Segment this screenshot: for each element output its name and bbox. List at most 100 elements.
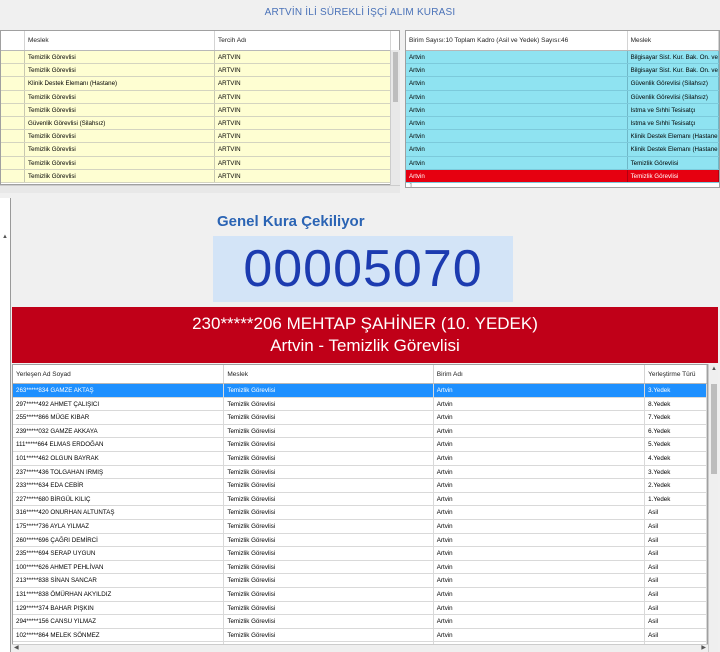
- table-cell: Artvin: [434, 438, 646, 451]
- table-cell: Temizlik Görevlisi: [224, 547, 434, 560]
- table-row[interactable]: 233*****634 EDA CEBİR Temizlik Görevlisi A…: [13, 479, 707, 493]
- window-title: ARTVİN İLİ SÜREKLİ İŞÇİ ALIM KURASI: [0, 0, 720, 28]
- table-row[interactable]: 297*****492 AHMET ÇALIŞICI Temizlik Görev…: [13, 397, 707, 412]
- table-row[interactable]: 316*****420 ONURHAN ALTUNTAŞ Temizlik Gör…: [13, 506, 707, 520]
- table-cell: 294*****156 CANSU YILMAZ: [13, 615, 225, 628]
- column-header-tur[interactable]: Yerleştirme Türü: [645, 365, 707, 383]
- table-cell: [1, 156, 25, 169]
- table-row[interactable]: Artvin Istma ve Sıhhi Tesisatçı: [406, 103, 719, 117]
- table-cell: Artvin: [406, 116, 628, 130]
- table-row[interactable]: 111*****664 ELMAS ERDOĞAN Temizlik Görevl…: [13, 438, 707, 452]
- table-row[interactable]: 294*****156 CANSU YILMAZ Temizlik Görevli…: [13, 615, 707, 629]
- table-row[interactable]: Temizlik Görevlisi ARTVIN: [1, 130, 399, 144]
- table-row[interactable]: Artvin Temizlik Görevlisi: [406, 156, 719, 170]
- table-row[interactable]: Temizlik Görevlisi ARTVIN: [1, 169, 399, 183]
- column-header-meslek[interactable]: Meslek: [25, 31, 215, 50]
- table-row[interactable]: 101*****462 OLGUN BAYRAK Temizlik Görevli…: [13, 451, 707, 466]
- table-row[interactable]: Artvin Bilgisayar Sist. Kur. Bak. On. ve: [406, 64, 719, 78]
- table-cell: Asil: [645, 533, 707, 547]
- table-row[interactable]: Klinik Destek Elemanı (Hastane) ARTVIN: [1, 77, 399, 91]
- column-header-birim[interactable]: Birim Sayısı:10 Toplam Kadro (Asil ve Ye…: [406, 31, 628, 50]
- table-row[interactable]: Temizlik Görevlisi ARTVIN: [1, 143, 399, 157]
- column-header-meslek[interactable]: Meslek: [224, 365, 434, 383]
- table-cell: Artvin: [406, 156, 628, 169]
- table-cell: Istma ve Sıhhi Tesisatçı: [628, 116, 719, 130]
- table-row[interactable]: Temizlik Görevlisi ARTVIN: [1, 103, 399, 117]
- table-row[interactable]: Artvin Klinik Destek Elemanı (Hastane: [406, 130, 719, 144]
- table-cell: [1, 116, 25, 130]
- column-header-meslek[interactable]: Meslek: [628, 31, 719, 50]
- table-row[interactable]: Artvin Bilgisayar Sist. Kur. Bak. On. ve: [406, 51, 719, 65]
- table-row[interactable]: 227*****680 BİRGÜL KILIÇ Temizlik Görevli…: [13, 492, 707, 507]
- table-cell: Temizlik Görevlisi: [224, 465, 434, 479]
- winner-position: Artvin - Temizlik Görevlisi: [270, 336, 460, 355]
- table-cell: ARTVIN: [215, 103, 391, 116]
- placements-horizontal-scrollbar[interactable]: ◀ ▶: [12, 644, 708, 652]
- column-header-ad-soyad[interactable]: Yerleşen Ad Soyad: [13, 365, 225, 383]
- table-row[interactable]: 129*****374 BAHAR PIŞKIN Temizlik Görevli…: [13, 601, 707, 616]
- table-row[interactable]: 100*****626 AHMET PEHLİVAN Temizlik Görev…: [13, 560, 707, 575]
- table-row[interactable]: 260*****696 ÇAĞRI DEMİRCİ Temizlik Görevl…: [13, 533, 707, 548]
- grid-new-row[interactable]: 1: [406, 182, 719, 187]
- table-row[interactable]: 263*****834 GAMZE AKTAŞ Temizlik Görevlis…: [13, 384, 707, 398]
- table-cell: Asil: [645, 615, 707, 628]
- left-collapsed-panel[interactable]: ▲: [0, 198, 11, 652]
- scroll-right-icon[interactable]: ▶: [701, 644, 706, 651]
- table-row[interactable]: Artvin Istma ve Sıhhi Tesisatçı: [406, 116, 719, 131]
- table-row[interactable]: Artvin Klinik Destek Elemanı (Hastane: [406, 143, 719, 157]
- table-cell: [1, 103, 25, 116]
- table-row[interactable]: Güvenlik Görevlisi (Silahsız) ARTVIN: [1, 116, 399, 131]
- table-row[interactable]: Temizlik Görevlisi ARTVIN: [1, 156, 399, 170]
- table-row[interactable]: 237*****436 TOLGAHAN IRMIŞ Temizlik Görev…: [13, 465, 707, 480]
- column-header-rowmark[interactable]: [1, 31, 25, 50]
- scroll-up-icon[interactable]: ▲: [711, 366, 717, 372]
- table-cell: Temizlik Görevlisi: [628, 156, 719, 169]
- top-left-horizontal-scrollbar[interactable]: [0, 185, 400, 193]
- table-cell: Artvin: [434, 479, 646, 492]
- scroll-left-icon[interactable]: ◀: [14, 644, 19, 651]
- column-header-birim[interactable]: Birim Adı: [434, 365, 646, 383]
- table-row[interactable]: 102*****864 MELEK SÖNMEZ Temizlik Görevli…: [13, 628, 707, 643]
- table-cell: Artvin: [406, 130, 628, 143]
- column-header-tercih[interactable]: Tercih Adı: [215, 31, 391, 50]
- table-row[interactable]: 255*****866 MÜGE KIBAR Temizlik Görevlisi…: [13, 411, 707, 425]
- scrollbar-thumb[interactable]: [711, 384, 717, 474]
- table-row[interactable]: 213*****838 SİNAN SANCAR Temizlik Görevli…: [13, 574, 707, 588]
- table-cell: Temizlik Görevlisi: [224, 587, 434, 601]
- scrollbar-thumb[interactable]: [393, 52, 398, 102]
- table-row[interactable]: 235*****694 SERAP UYGUN Temizlik Görevlis…: [13, 547, 707, 561]
- table-cell: Asil: [645, 560, 707, 574]
- table-cell: 101*****462 OLGUN BAYRAK: [13, 451, 225, 465]
- table-row[interactable]: 131*****838 ÖMÜRHAN AKYILDIZ Temizlik Gör…: [13, 587, 707, 602]
- table-cell: 7.Yedek: [645, 411, 707, 424]
- table-cell: Temizlik Görevlisi: [224, 519, 434, 533]
- table-cell: Güvenlik Görevlisi (Silahsız): [628, 90, 719, 103]
- table-row[interactable]: 239*****032 GAMZE AKKAYA Temizlik Görevli…: [13, 424, 707, 439]
- table-row[interactable]: Artvin Temizlik Görevlisi: [406, 169, 719, 183]
- top-left-vertical-scrollbar[interactable]: [390, 50, 400, 185]
- table-cell: [1, 64, 25, 77]
- table-cell: Temizlik Görevlisi: [224, 451, 434, 465]
- table-row[interactable]: Temizlik Görevlisi ARTVIN: [1, 64, 399, 78]
- table-row[interactable]: Temizlik Görevlisi ARTVIN: [1, 90, 399, 104]
- table-cell: [1, 130, 25, 143]
- scroll-up-icon[interactable]: ▲: [2, 234, 8, 240]
- top-left-grid[interactable]: Meslek Tercih Adı Temizlik Görevlisi ARTV…: [0, 30, 400, 185]
- table-cell: Artvin: [434, 506, 646, 519]
- top-right-grid[interactable]: Birim Sayısı:10 Toplam Kadro (Asil ve Ye…: [405, 30, 720, 188]
- placements-vertical-scrollbar[interactable]: ▲: [708, 364, 718, 652]
- table-cell: 129*****374 BAHAR PIŞKIN: [13, 601, 225, 615]
- table-cell: 102*****864 MELEK SÖNMEZ: [13, 628, 225, 642]
- table-cell: [1, 143, 25, 156]
- table-row[interactable]: Artvin Güvenlik Görevlisi (Silahsız): [406, 90, 719, 104]
- table-row[interactable]: Artvin Güvenlik Görevlisi (Silahsız): [406, 77, 719, 91]
- table-cell: Temizlik Görevlisi: [25, 156, 215, 169]
- table-row[interactable]: 175*****736 AYLA YILMAZ Temizlik Görevlis…: [13, 519, 707, 534]
- table-row[interactable]: Temizlik Görevlisi ARTVIN: [1, 51, 399, 65]
- table-cell: 1.Yedek: [645, 492, 707, 506]
- table-cell: Temizlik Görevlisi: [25, 51, 215, 64]
- placements-grid[interactable]: Yerleşen Ad Soyad Meslek Birim Adı Yerle…: [12, 364, 708, 652]
- table-cell: 213*****838 SİNAN SANCAR: [13, 574, 225, 587]
- table-cell: Artvin: [406, 64, 628, 77]
- table-cell: Artvin: [434, 424, 646, 438]
